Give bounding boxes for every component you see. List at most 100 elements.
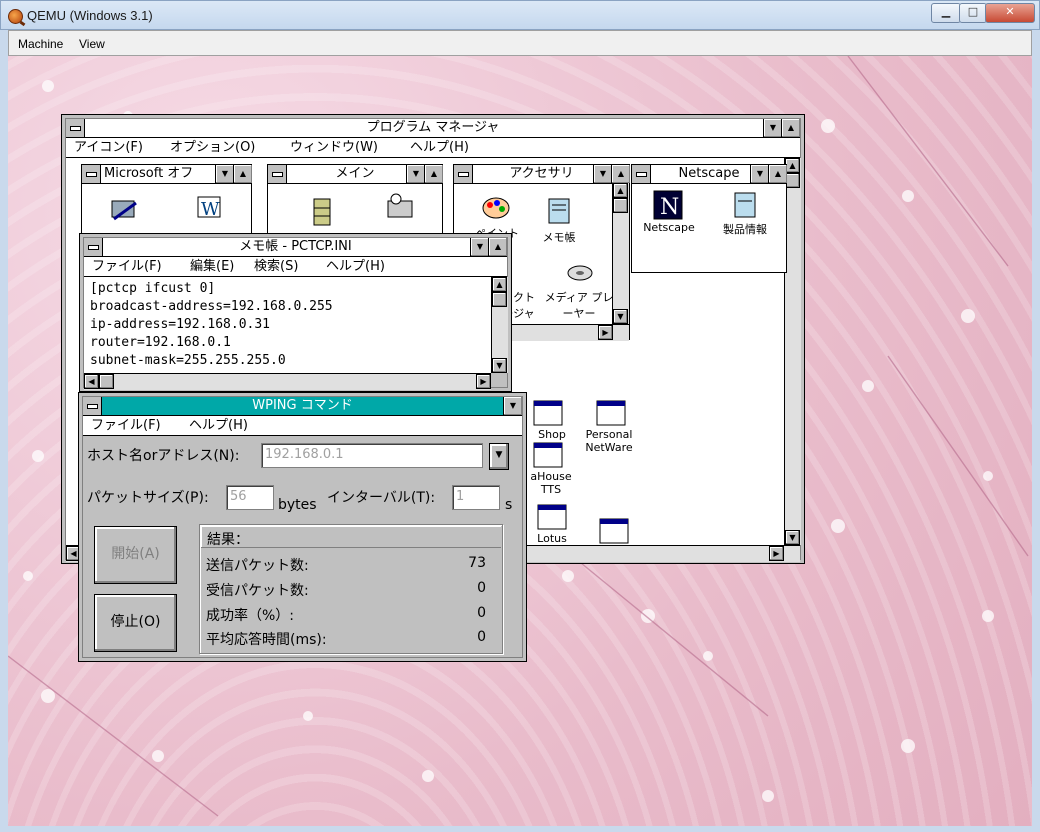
group-office-titlebar[interactable]: Microsoft オフ ▼ ▲ <box>82 165 252 184</box>
packet-size-input[interactable]: 56 <box>226 485 274 510</box>
scroll-thumb[interactable] <box>613 198 628 213</box>
start-button[interactable]: 開始(A) <box>94 526 177 584</box>
minimize-arrow-icon[interactable]: ▼ <box>763 119 782 137</box>
system-menu-icon[interactable] <box>66 119 85 137</box>
close-button[interactable]: ✕ <box>985 3 1035 23</box>
group-maximize-icon[interactable]: ▲ <box>424 165 443 183</box>
scroll-up-icon[interactable]: ▲ <box>492 277 507 292</box>
minimize-arrow-icon[interactable]: ▼ <box>470 238 489 256</box>
group-maximize-icon[interactable]: ▲ <box>611 165 630 183</box>
wping-menu-file[interactable]: ファイル(F) <box>91 416 161 435</box>
scroll-right-icon[interactable]: ▶ <box>476 374 491 389</box>
scroll-thumb[interactable] <box>492 292 507 307</box>
program-group-icon[interactable] <box>532 439 564 471</box>
control-panel-icon[interactable] <box>384 191 416 223</box>
group-system-menu-icon[interactable] <box>82 165 101 183</box>
scroll-right-icon[interactable]: ▶ <box>598 325 613 340</box>
notepad-menu: ファイル(F) 編集(E) 検索(S) ヘルプ(H) <box>84 257 507 277</box>
group-microsoft-office[interactable]: Microsoft オフ ▼ ▲ W <box>81 164 252 234</box>
host-title-bar[interactable]: QEMU (Windows 3.1) ▁ □ ✕ <box>0 0 1040 30</box>
menu-icon[interactable]: アイコン(F) <box>74 138 143 157</box>
group-main-titlebar[interactable]: メイン ▼ ▲ <box>268 165 443 184</box>
group-system-menu-icon[interactable] <box>632 165 651 183</box>
media-player-icon[interactable] <box>564 257 596 289</box>
maximize-arrow-icon[interactable]: ▲ <box>488 238 507 256</box>
program-group-icon[interactable] <box>532 397 564 429</box>
scroll-left-icon[interactable]: ◀ <box>84 374 99 389</box>
group-minimize-icon[interactable]: ▼ <box>750 165 769 183</box>
maximize-arrow-icon[interactable]: ▲ <box>781 119 800 137</box>
notepad-line: subnet-mask=255.255.255.0 <box>90 353 286 368</box>
host-frame-right <box>1032 30 1040 832</box>
scroll-thumb[interactable] <box>99 374 114 389</box>
scroll-thumb[interactable] <box>785 173 800 188</box>
microsoft-app-icon[interactable] <box>108 193 140 225</box>
menu-machine[interactable]: Machine <box>18 37 63 51</box>
wping-titlebar[interactable]: WPING コマンド ▼ <box>83 397 522 416</box>
group-minimize-icon[interactable]: ▼ <box>593 165 612 183</box>
wping-window[interactable]: WPING コマンド ▼ ファイル(F) ヘルプ(H) ホスト名orアドレス(N… <box>78 392 527 662</box>
menu-window[interactable]: ウィンドウ(W) <box>290 138 378 157</box>
notepad-menu-search[interactable]: 検索(S) <box>254 257 298 276</box>
menu-help[interactable]: ヘルプ(H) <box>410 138 469 157</box>
wping-menu-help[interactable]: ヘルプ(H) <box>189 416 248 435</box>
scroll-right-icon[interactable]: ▶ <box>769 546 784 561</box>
menu-view[interactable]: View <box>79 37 105 51</box>
system-menu-icon[interactable] <box>84 238 103 256</box>
notepad-menu-file[interactable]: ファイル(F) <box>92 257 162 276</box>
personal-netware-label: Personal NetWare <box>585 428 633 454</box>
product-info-label: 製品情報 <box>723 223 767 236</box>
scroll-up-icon[interactable]: ▲ <box>785 158 800 173</box>
group-netscape-titlebar[interactable]: Netscape ▼ ▲ <box>632 165 787 184</box>
scroll-down-icon[interactable]: ▼ <box>492 358 507 373</box>
interval-label: インターバル(T): <box>327 490 436 506</box>
file-manager-icon[interactable] <box>306 195 338 227</box>
minimize-arrow-icon[interactable]: ▼ <box>503 397 522 415</box>
host-address-input[interactable]: 192.168.0.1 <box>261 443 483 468</box>
scroll-down-icon[interactable]: ▼ <box>613 309 628 324</box>
program-manager-titlebar[interactable]: プログラム マネージャ ▼ ▲ <box>66 119 800 138</box>
sent-packets-value: 73 <box>468 555 486 571</box>
host-dropdown-button[interactable]: ▼ <box>489 443 509 470</box>
maximize-button[interactable]: □ <box>959 3 987 23</box>
notepad-icon[interactable] <box>543 195 575 227</box>
paint-icon[interactable] <box>480 191 512 223</box>
interval-input[interactable]: 1 <box>452 485 500 510</box>
group-minimize-icon[interactable]: ▼ <box>215 165 234 183</box>
accessories-vertical-scrollbar[interactable]: ▲ ▼ <box>612 183 629 324</box>
notepad-menu-edit[interactable]: 編集(E) <box>190 257 234 276</box>
group-accessories-titlebar[interactable]: アクセサリ ▼ ▲ <box>454 165 630 184</box>
stop-button[interactable]: 停止(O) <box>94 594 177 652</box>
notepad-titlebar[interactable]: メモ帳 - PCTCP.INI ▼ ▲ <box>84 238 507 257</box>
notepad-menu-help[interactable]: ヘルプ(H) <box>326 257 385 276</box>
scroll-down-icon[interactable]: ▼ <box>785 530 800 545</box>
group-maximize-icon[interactable]: ▲ <box>768 165 787 183</box>
menu-option[interactable]: オプション(O) <box>170 138 255 157</box>
system-menu-icon[interactable] <box>83 397 102 415</box>
group-maximize-icon[interactable]: ▲ <box>233 165 252 183</box>
minimize-button[interactable]: ▁ <box>931 3 961 23</box>
group-netscape[interactable]: Netscape ▼ ▲ N Netscape 製品情報 <box>631 164 787 273</box>
group-main[interactable]: メイン ▼ ▲ <box>267 164 443 234</box>
group-system-menu-icon[interactable] <box>454 165 473 183</box>
received-packets-value: 0 <box>477 580 486 596</box>
notepad-line: router=192.168.0.1 <box>90 335 231 350</box>
program-group-icon[interactable] <box>595 397 627 429</box>
host-frame-bottom <box>0 826 1040 832</box>
program-group-icon[interactable] <box>598 515 630 547</box>
sent-packets-label: 送信パケット数: <box>206 558 309 574</box>
program-group-icon[interactable] <box>536 501 568 533</box>
packet-size-unit: bytes <box>278 497 317 513</box>
microsoft-word-icon[interactable]: W <box>192 191 224 223</box>
avg-response-value: 0 <box>477 629 486 645</box>
group-minimize-icon[interactable]: ▼ <box>406 165 425 183</box>
notepad-horizontal-scrollbar[interactable]: ◀ ▶ <box>84 373 491 390</box>
group-system-menu-icon[interactable] <box>268 165 287 183</box>
notepad-text-area[interactable]: [pctcp ifcust 0] broadcast-address=192.1… <box>84 277 491 373</box>
netscape-icon[interactable]: N <box>652 189 684 221</box>
notepad-line: ip-address=192.168.0.31 <box>90 317 271 332</box>
notepad-vertical-scrollbar[interactable]: ▲ ▼ <box>491 277 508 373</box>
notepad-window[interactable]: メモ帳 - PCTCP.INI ▼ ▲ ファイル(F) 編集(E) 検索(S) … <box>79 233 512 392</box>
product-info-icon[interactable] <box>729 189 761 221</box>
scroll-up-icon[interactable]: ▲ <box>613 183 628 198</box>
